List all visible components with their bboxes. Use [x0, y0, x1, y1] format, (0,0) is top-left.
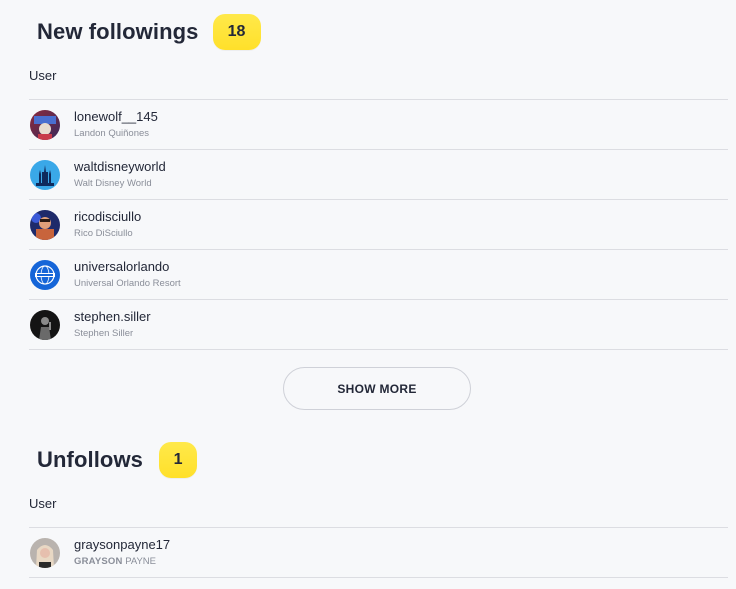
new-followings-count-badge: 18	[212, 14, 261, 50]
full-name: Landon Quiñones	[74, 127, 150, 139]
avatar-photo-icon	[30, 537, 60, 568]
username[interactable]: lonewolf__145	[74, 109, 158, 125]
show-more-button[interactable]: SHOW MORE	[283, 367, 471, 410]
new-followings-header: New followings 18	[37, 14, 261, 50]
castle-logo-icon	[30, 159, 60, 190]
list-item[interactable]: ricodisciullo Rico DiSciullo	[29, 200, 728, 250]
full-name-first: GRAYSON	[74, 555, 123, 567]
avatar-photo-icon	[30, 109, 60, 140]
username[interactable]: waltdisneyworld	[74, 159, 166, 175]
list-item[interactable]: waltdisneyworld Walt Disney World	[29, 150, 728, 200]
unfollows-header: Unfollows 1	[37, 442, 198, 478]
new-followings-list: lonewolf__145 Landon Quiñones waltdisney…	[29, 99, 728, 350]
username[interactable]: graysonpayne17	[74, 537, 170, 553]
list-item[interactable]: lonewolf__145 Landon Quiñones	[29, 100, 728, 150]
avatar-photo-icon	[30, 209, 60, 240]
new-followings-user-column-header: User	[29, 68, 57, 83]
avatar-photo-icon	[30, 309, 60, 340]
unfollows-title: Unfollows	[37, 447, 144, 472]
full-name: Rico DiSciullo	[74, 227, 133, 239]
full-name: Universal Orlando Resort	[74, 277, 181, 289]
username[interactable]: universalorlando	[74, 259, 181, 275]
username[interactable]: ricodisciullo	[74, 209, 141, 225]
unfollows-count-badge: 1	[159, 442, 198, 478]
new-followings-title: New followings	[37, 19, 199, 44]
unfollows-user-column-header: User	[29, 496, 57, 511]
full-name-last: PAYNE	[122, 555, 156, 567]
full-name: Walt Disney World	[74, 177, 152, 189]
list-item[interactable]: universalorlando Universal Orlando Resor…	[29, 250, 728, 300]
list-item[interactable]: graysonpayne17 GRAYSON PAYNE	[29, 528, 728, 578]
followers-report-page: New followings 18 User lonewolf__145 Lan…	[0, 0, 736, 589]
full-name: GRAYSON PAYNE	[74, 555, 170, 569]
full-name: Stephen Siller	[74, 327, 134, 339]
list-item[interactable]: stephen.siller Stephen Siller	[29, 300, 728, 350]
globe-logo-icon	[30, 259, 60, 290]
unfollows-list: graysonpayne17 GRAYSON PAYNE	[29, 527, 728, 578]
username[interactable]: stephen.siller	[74, 309, 151, 325]
